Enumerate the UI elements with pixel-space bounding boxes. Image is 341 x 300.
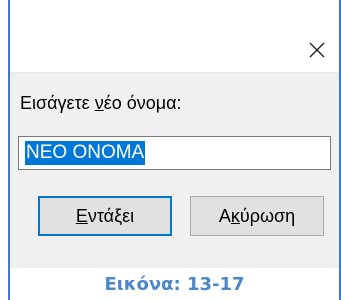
- ok-button[interactable]: Εντάξει: [38, 196, 172, 236]
- cancel-button[interactable]: Ακ ύρωση: [190, 196, 324, 236]
- ok-accelerator: Ε: [75, 205, 88, 226]
- prompt-accelerator: ν: [94, 93, 104, 113]
- figure-caption: Εικόνα: 13-17: [104, 273, 245, 295]
- rename-dialog: Εισάγετε νέο όνομα: ΝΕΟ ΟΝΟΜΑ Εντάξει Ακ…: [10, 0, 339, 268]
- close-icon: [309, 42, 325, 58]
- selected-input-text: ΝΕΟ ΟΝΟΜΑ: [25, 141, 146, 165]
- close-button[interactable]: [303, 36, 331, 64]
- new-name-input[interactable]: ΝΕΟ ΟΝΟΜΑ: [18, 136, 331, 170]
- ok-label: ντάξει: [87, 205, 135, 226]
- cancel-label-start: Α: [218, 205, 231, 226]
- prompt-text-end: έο όνομα:: [103, 93, 182, 113]
- prompt-text-start: Εισάγετε: [20, 93, 95, 113]
- figure-frame: Εισάγετε νέο όνομα: ΝΕΟ ΟΝΟΜΑ Εντάξει Ακ…: [8, 0, 341, 268]
- cancel-label-end: ύρωση: [239, 205, 296, 226]
- prompt-label: Εισάγετε νέο όνομα:: [20, 93, 182, 114]
- cancel-accelerator: κ: [230, 205, 240, 226]
